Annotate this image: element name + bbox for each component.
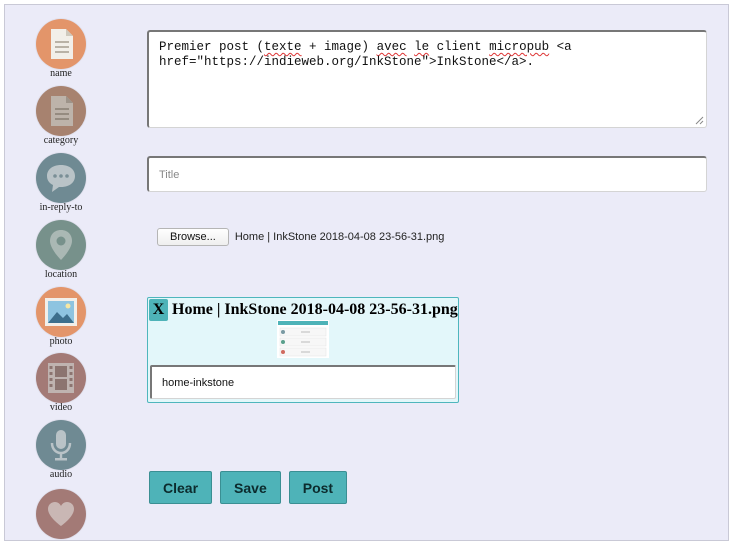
image-icon — [36, 287, 86, 337]
browse-button[interactable]: Browse... — [157, 228, 229, 246]
content-text: Premier post (texte + image) avec le cli… — [159, 40, 580, 69]
document-icon — [36, 86, 86, 136]
heart-icon — [36, 489, 86, 539]
sidebar-item-label: category — [43, 135, 79, 146]
selected-file-name: Home | InkStone 2018-04-08 23-56-31.png — [234, 231, 445, 243]
chat-bubble-icon — [36, 153, 86, 203]
sidebar-item-label: in-reply-to — [39, 202, 83, 213]
microphone-icon — [36, 420, 86, 470]
action-bar: Clear Save Post — [149, 471, 348, 504]
photo-thumbnail — [277, 320, 329, 358]
sidebar-item-in-reply-to[interactable]: in-reply-to — [35, 153, 87, 213]
property-sidebar: name category in-reply-to location photo… — [5, 5, 125, 540]
content-textarea[interactable]: Premier post (texte + image) avec le cli… — [147, 30, 707, 128]
sidebar-item-location[interactable]: location — [35, 220, 87, 280]
sidebar-item-audio[interactable]: audio — [35, 420, 87, 480]
file-picker: Browse... Home | InkStone 2018-04-08 23-… — [157, 228, 444, 246]
document-icon — [36, 19, 86, 69]
sidebar-item-label: video — [49, 402, 73, 413]
post-button[interactable]: Post — [288, 471, 348, 504]
sidebar-item-label: location — [44, 269, 78, 280]
photo-filename: Home | InkStone 2018-04-08 23-56-31.png — [172, 301, 458, 318]
sidebar-item-label: audio — [49, 469, 73, 480]
resize-grip-icon[interactable] — [695, 116, 704, 125]
clear-button[interactable]: Clear — [149, 471, 213, 504]
post-form: Premier post (texte + image) avec le cli… — [147, 5, 707, 540]
sidebar-item-category[interactable]: category — [35, 86, 87, 146]
sidebar-item-label: name — [50, 68, 72, 79]
sidebar-item-like[interactable] — [35, 489, 87, 539]
sidebar-item-video[interactable]: video — [35, 353, 87, 413]
map-pin-icon — [36, 220, 86, 270]
editor-window: name category in-reply-to location photo… — [4, 4, 729, 541]
photo-alt-input[interactable] — [150, 365, 456, 399]
sidebar-item-label: photo — [49, 336, 73, 347]
photo-attachment-card: X Home | InkStone 2018-04-08 23-56-31.pn… — [147, 297, 459, 403]
remove-photo-button[interactable]: X — [149, 299, 168, 321]
sidebar-item-photo[interactable]: photo — [35, 287, 87, 347]
sidebar-item-name[interactable]: name — [35, 19, 87, 79]
title-input[interactable] — [147, 156, 707, 192]
film-icon — [36, 353, 86, 403]
save-button[interactable]: Save — [220, 471, 281, 504]
